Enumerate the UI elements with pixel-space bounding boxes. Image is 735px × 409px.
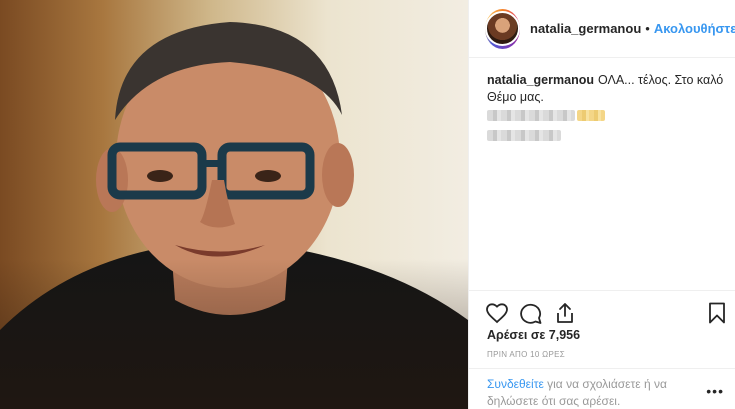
caption-username[interactable]: natalia_germanou xyxy=(487,73,594,87)
post-photo[interactable] xyxy=(0,0,468,409)
blurred-comment-text xyxy=(487,130,561,141)
username-link[interactable]: natalia_germanou xyxy=(530,21,641,36)
avatar[interactable] xyxy=(485,8,520,49)
heart-icon[interactable] xyxy=(485,301,509,325)
photo-shading xyxy=(0,259,468,409)
follow-button[interactable]: Ακολουθήστε xyxy=(654,21,735,36)
more-icon[interactable]: ••• xyxy=(706,383,724,399)
login-link[interactable]: Συνδεθείτε xyxy=(487,377,544,391)
post-timestamp[interactable]: ΠΡΙΝ ΑΠΟ 10 ΩΡΕΣ xyxy=(487,350,565,359)
separator-dot: • xyxy=(645,21,650,36)
header-text: natalia_germanou • Ακολουθήστε xyxy=(530,21,735,36)
avatar-image xyxy=(485,11,520,46)
post-side-panel: natalia_germanou • Ακολουθήστε natalia_g… xyxy=(468,0,735,409)
blurred-comment-emoji xyxy=(577,110,605,121)
comment-login-prompt: Συνδεθείτε για να σχολιάσετε ή να δηλώσε… xyxy=(487,376,697,409)
comment-icon[interactable] xyxy=(519,301,543,325)
share-icon[interactable] xyxy=(553,301,577,325)
post-caption: natalia_germanou ΟΛΑ... τέλος. Στο καλό Θ… xyxy=(487,72,727,106)
blurred-comment-text xyxy=(487,110,575,121)
likes-count[interactable]: Αρέσει σε 7,956 xyxy=(487,328,580,342)
bookmark-icon[interactable] xyxy=(705,301,729,325)
post-header: natalia_germanou • Ακολουθήστε xyxy=(469,0,735,58)
comment-area: Συνδεθείτε για να σχολιάσετε ή να δηλώσε… xyxy=(469,368,735,409)
